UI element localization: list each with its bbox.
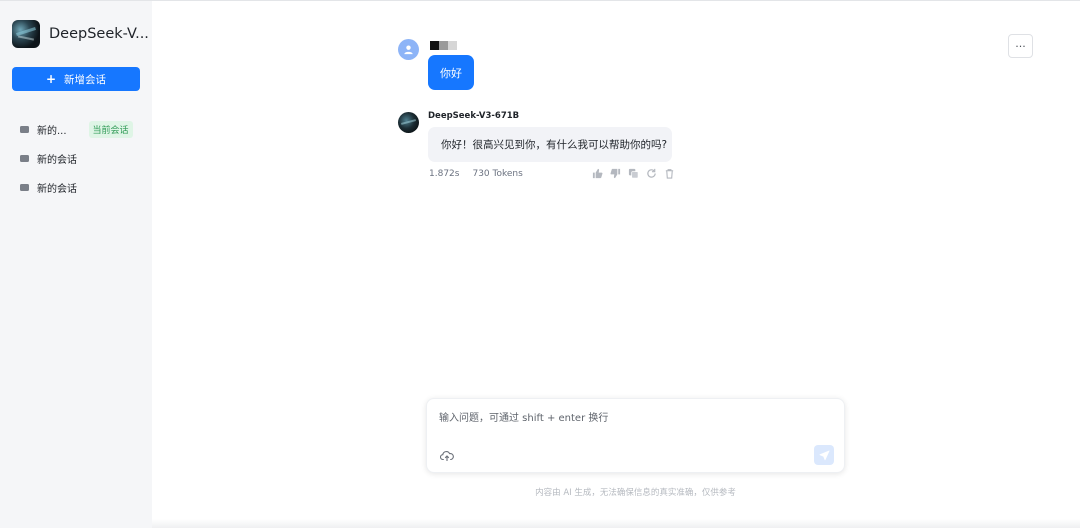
send-icon xyxy=(819,450,829,460)
delete-icon[interactable] xyxy=(663,167,676,180)
conversation-item[interactable]: 新的会话 xyxy=(20,173,140,202)
user-name-redacted xyxy=(430,41,457,50)
assistant-avatar xyxy=(398,112,419,133)
assistant-message-bubble: 你好！很高兴见到你，有什么我可以帮助你的吗? xyxy=(428,127,672,162)
thumbs-up-icon[interactable] xyxy=(591,167,604,180)
conversation-list: 新的... 当前会话 新的会话 新的会话 xyxy=(20,115,140,202)
question-input[interactable] xyxy=(439,409,829,427)
chat-bubble-icon xyxy=(20,155,29,162)
message-actions xyxy=(586,167,676,180)
app-name: DeepSeek-V... xyxy=(49,26,149,42)
current-conversation-badge: 当前会话 xyxy=(88,121,133,138)
conversation-title: 新的会话 xyxy=(37,184,77,195)
new-chat-label: 新增会话 xyxy=(64,73,107,86)
conversation-item-current[interactable]: 新的... 当前会话 xyxy=(20,115,140,144)
conversation-title: 新的... xyxy=(37,126,67,137)
assistant-name: DeepSeek-V3-671B xyxy=(428,111,520,121)
new-chat-button[interactable]: + 新增会话 xyxy=(12,67,140,91)
more-options-button[interactable]: ··· xyxy=(1008,34,1033,58)
app-window: DeepSeek-V... + 新增会话 新的... 当前会话 新的会话 新的会… xyxy=(0,0,1080,528)
conversation-item[interactable]: 新的会话 xyxy=(20,144,140,173)
sidebar: DeepSeek-V... + 新增会话 新的... 当前会话 新的会话 新的会… xyxy=(0,1,152,528)
composer xyxy=(426,398,845,473)
user-avatar xyxy=(398,39,419,60)
plus-icon: + xyxy=(45,72,57,86)
message-meta: 1.872s 730 Tokens xyxy=(429,169,523,179)
ai-disclaimer: 内容由 AI 生成，无法确保信息的真实准确，仅供参考 xyxy=(535,488,736,498)
copy-icon[interactable] xyxy=(627,167,640,180)
response-duration: 1.872s xyxy=(429,169,460,179)
token-count: 730 Tokens xyxy=(472,169,523,179)
user-message-bubble: 你好 xyxy=(428,55,474,90)
app-logo xyxy=(12,20,40,48)
chat-bubble-icon xyxy=(20,126,29,133)
thumbs-down-icon[interactable] xyxy=(609,167,622,180)
regenerate-icon[interactable] xyxy=(645,167,658,180)
chat-bubble-icon xyxy=(20,184,29,191)
send-button[interactable] xyxy=(814,445,834,465)
brand: DeepSeek-V... xyxy=(12,20,149,48)
user-icon xyxy=(404,45,413,55)
bottom-shadow xyxy=(152,519,1080,528)
chat-main: ··· 你好 DeepSeek-V3-671B 你好！很高兴见到你，有什么我可以… xyxy=(152,1,1080,528)
upload-cloud-icon[interactable] xyxy=(439,447,456,461)
conversation-title: 新的会话 xyxy=(37,155,77,166)
